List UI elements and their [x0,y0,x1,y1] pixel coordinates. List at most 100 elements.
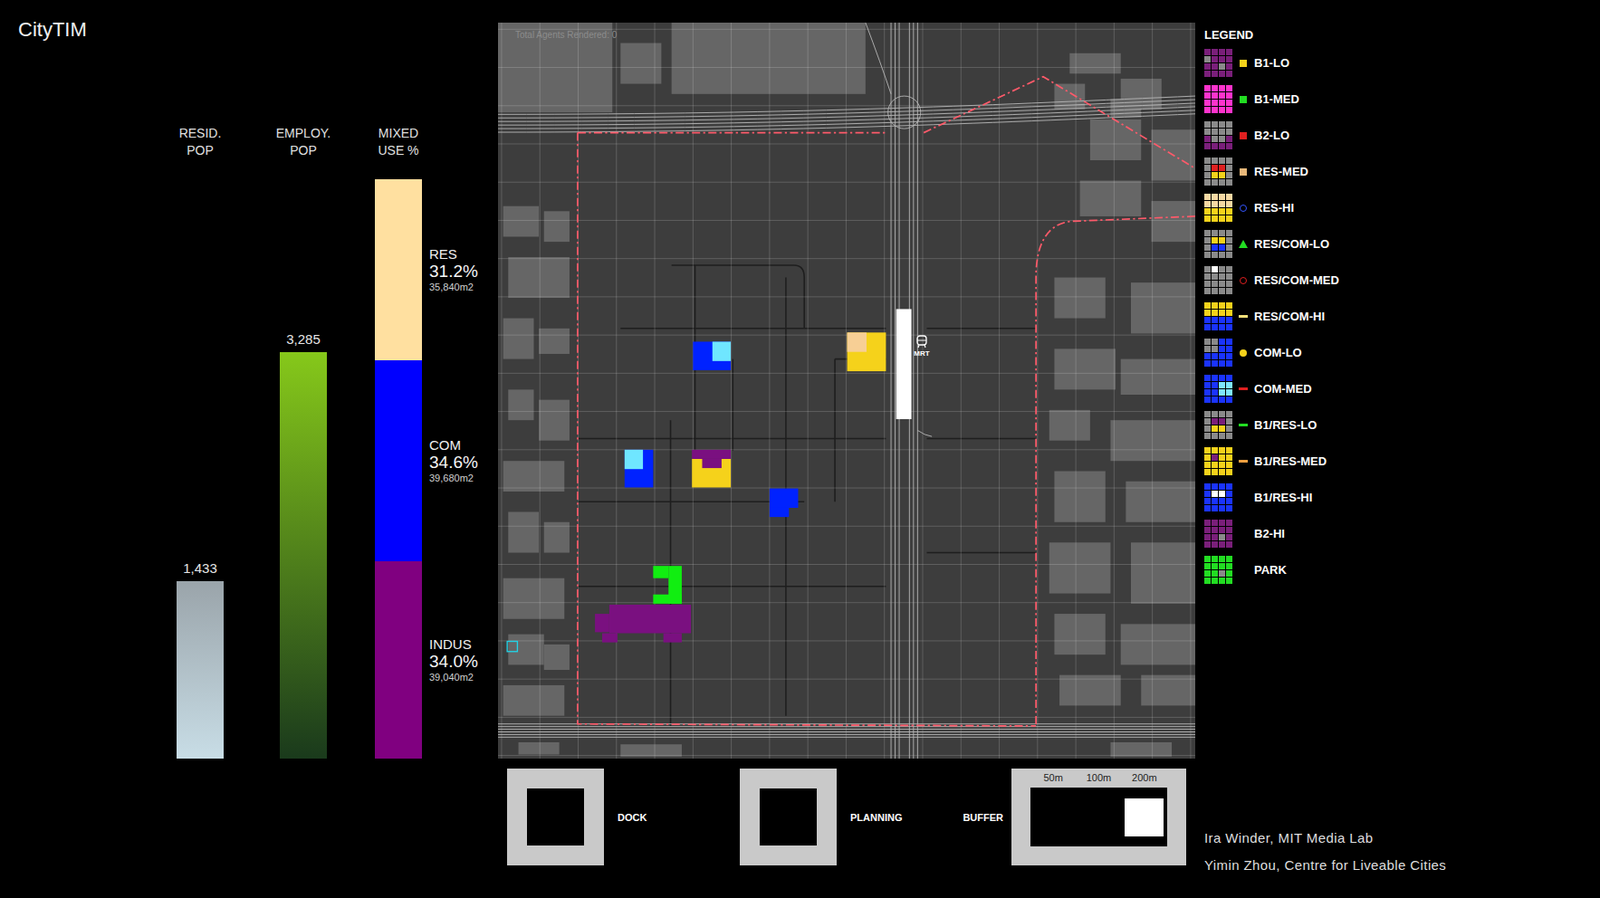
legend-marker [1237,311,1249,323]
icon-cell [1218,382,1226,389]
land-use-block [624,450,643,470]
legend-marker [1237,275,1249,287]
building [1059,675,1121,707]
icon-cell [1211,425,1218,432]
icon-cell [1204,106,1211,114]
indicator-track: 3,285 [258,159,349,759]
icon-cell [1204,172,1211,179]
buffer-marker [1124,798,1164,837]
buffer-option-label[interactable]: 50m [1030,768,1076,788]
icon-cell [1218,99,1226,106]
icon-cell [1211,461,1218,469]
icon-cell [1211,287,1218,295]
icon-cell [1218,63,1226,70]
highway-lane [498,734,1196,736]
icon-cell [1204,208,1211,215]
icon-cell [1204,541,1211,548]
icon-cell [1226,157,1233,164]
mixed-use-body: RES31.2%35,840m2COM34.6%39,680m2INDUS34.… [353,159,508,759]
icon-cell [1218,469,1226,476]
buffer-option[interactable] [1030,787,1076,847]
land-use-icon [1204,193,1233,222]
block-cell [609,604,691,634]
icon-cell [1226,164,1233,172]
indicator-label: EMPLOY. POP [271,124,336,160]
icon-cell [1218,56,1226,63]
icon-cell [1226,63,1233,70]
building [544,522,570,554]
legend-label: B1/RES-LO [1254,418,1317,432]
grid-line [498,335,1196,336]
icon-cell [1211,498,1218,505]
icon-cell [1211,215,1218,222]
control-row: DOCKPLANNINGBUFFER50m100m200m [498,768,1196,866]
land-use-icon [1204,374,1233,403]
block-cell [507,641,518,652]
highway-lane [498,731,1196,733]
icon-cell [1226,85,1233,92]
legend-marker [1237,383,1249,395]
icon-cell [1218,374,1226,382]
land-use-icon [1204,447,1233,476]
icon-cell [1218,316,1226,324]
icon-cell [1218,121,1226,128]
grid-line [498,488,1196,489]
legend-item: PARK [1204,555,1600,585]
icon-cell [1226,106,1233,114]
legend-marker [1237,130,1249,142]
mixed-use-segment [374,561,422,759]
grid-line [498,602,1196,604]
grid-line [498,28,1196,30]
icon-cell [1226,526,1233,534]
buffer-selector[interactable]: 50m100m200m [1011,768,1187,866]
highway-lane [917,22,919,759]
legend-marker [1237,347,1249,359]
icon-cell [1211,63,1218,70]
icon-cell [1226,316,1233,324]
legend-item: RES-MED [1204,157,1600,186]
icon-cell [1204,454,1211,461]
segment-percent: 34.0% [429,651,508,671]
block-cell [691,450,731,460]
credits: Ira Winder, MIT Media LabYimin Zhou, Cen… [1204,824,1600,880]
buffer-option[interactable] [1121,787,1168,847]
land-use-block [847,332,867,352]
building [503,685,566,717]
control-slot[interactable] [739,768,837,866]
icon-cell [1226,201,1233,208]
icon-cell [1218,244,1226,251]
buffer-label: BUFFER [962,812,1004,824]
block-cell [602,632,618,642]
icon-cell [1226,541,1233,548]
buffer-option-label[interactable]: 100m [1075,768,1121,788]
icon-cell [1226,309,1233,317]
grid-line [1036,22,1038,759]
icon-cell [1204,577,1211,585]
icon-cell [1226,490,1233,498]
buffer-option-label[interactable]: 200m [1121,768,1168,788]
land-use-icon [1204,302,1233,331]
buffer-option[interactable] [1075,787,1121,847]
indicator-value: 1,433 [182,559,218,578]
mixed-use-segment [374,179,422,361]
segment-label: COM34.6%39,680m2 [429,360,508,562]
grid-line [498,296,1196,298]
grid-line [498,717,1196,719]
icon-cell [1226,338,1233,345]
control-slot[interactable] [507,768,604,866]
legend-item: RES/COM-MED [1204,266,1600,295]
icon-cell [1211,193,1218,201]
indicator-bars: RESID. POP1,433EMPLOY. POP3,285MIXED USE… [0,124,499,759]
icon-cell [1226,461,1233,469]
icon-cell [1226,280,1233,288]
block-cell [769,507,789,518]
grid-line [498,564,1196,566]
icon-cell [1226,563,1233,570]
street [577,438,886,441]
icon-cell [1218,157,1226,164]
icon-cell [1204,135,1211,143]
building [507,511,539,553]
buffer-group: BUFFER 50m100m200m [957,768,1187,866]
icon-cell [1226,570,1233,577]
icon-cell [1211,469,1218,476]
